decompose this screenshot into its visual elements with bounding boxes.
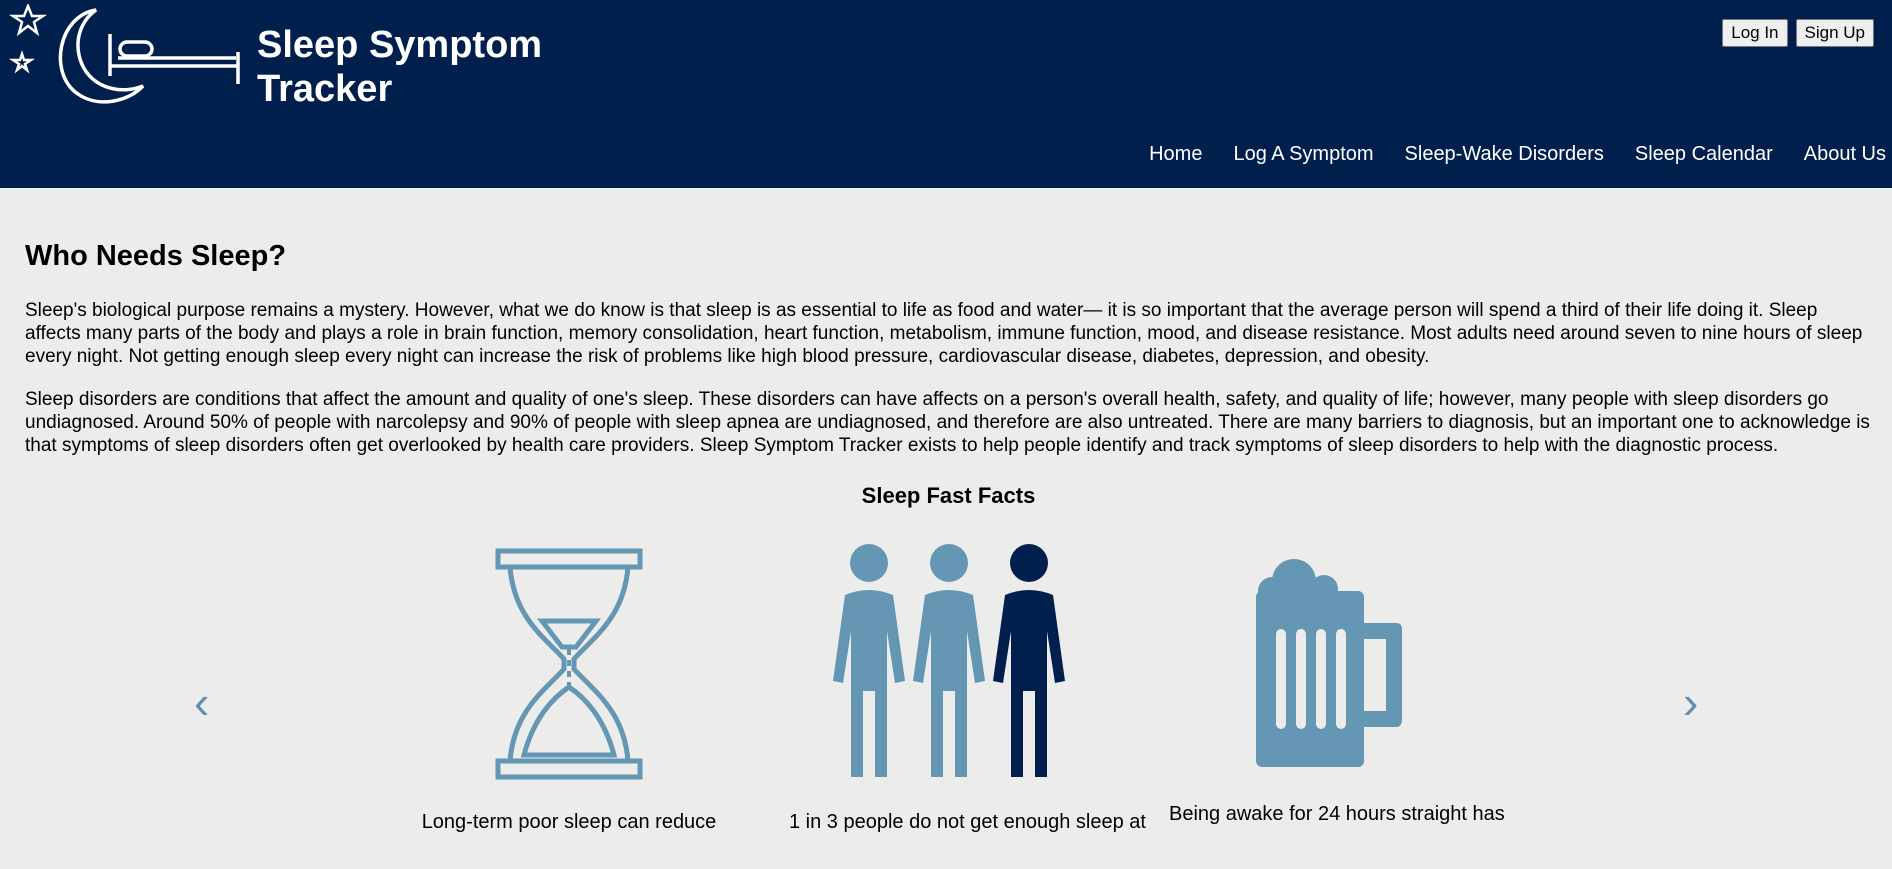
beer-mug-icon — [1256, 559, 1402, 767]
fact-card: Long-term poor sleep can reduce — [409, 509, 729, 834]
nav-item-home[interactable]: Home — [1149, 143, 1202, 166]
fast-facts-heading: Sleep Fast Facts — [861, 483, 1036, 508]
fact-caption: Being awake for 24 hours straight has — [1169, 803, 1505, 825]
nav-item-log-symptom[interactable]: Log A Symptom — [1233, 143, 1373, 166]
page-heading: Who Needs Sleep? — [25, 240, 287, 272]
fact-card: 1 in 3 people do not get enough sleep at — [789, 509, 1146, 834]
site-header: Sleep Symptom Tracker Log In Sign Up Hom… — [0, 0, 1892, 188]
auth-buttons: Log In Sign Up — [1722, 19, 1874, 47]
fact-card: Being awake for 24 hours straight has — [1169, 509, 1505, 826]
site-title-line2: Tracker — [257, 68, 393, 110]
fast-facts-carousel: ‹ › Long-term poor sleep can reduce 1 in… — [0, 509, 1892, 869]
nav-item-sleep-calendar[interactable]: Sleep Calendar — [1635, 143, 1773, 166]
nav-item-sleep-wake-disorders[interactable]: Sleep-Wake Disorders — [1405, 143, 1604, 166]
main-content: Who Needs Sleep? Sleep's biological purp… — [0, 240, 1892, 869]
site-title[interactable]: Sleep Symptom Tracker — [257, 23, 577, 111]
disorders-paragraph: Sleep disorders are conditions that affe… — [25, 389, 1870, 456]
hourglass-icon — [495, 548, 643, 780]
moon-bed-logo-icon[interactable] — [8, 4, 248, 108]
people-icon — [833, 544, 1065, 777]
login-button[interactable]: Log In — [1722, 19, 1788, 47]
signup-button[interactable]: Sign Up — [1795, 19, 1874, 47]
intro-paragraph: Sleep's biological purpose remains a mys… — [25, 300, 1863, 367]
carousel-next-arrow[interactable]: › — [1683, 679, 1698, 725]
main-nav: Home Log A Symptom Sleep-Wake Disorders … — [1118, 143, 1892, 166]
site-title-line1: Sleep Symptom — [257, 24, 543, 66]
carousel-prev-arrow[interactable]: ‹ — [194, 679, 209, 725]
fact-caption: 1 in 3 people do not get enough sleep at — [789, 811, 1146, 833]
fact-caption: Long-term poor sleep can reduce — [421, 811, 717, 833]
nav-item-about-us[interactable]: About Us — [1804, 143, 1886, 166]
